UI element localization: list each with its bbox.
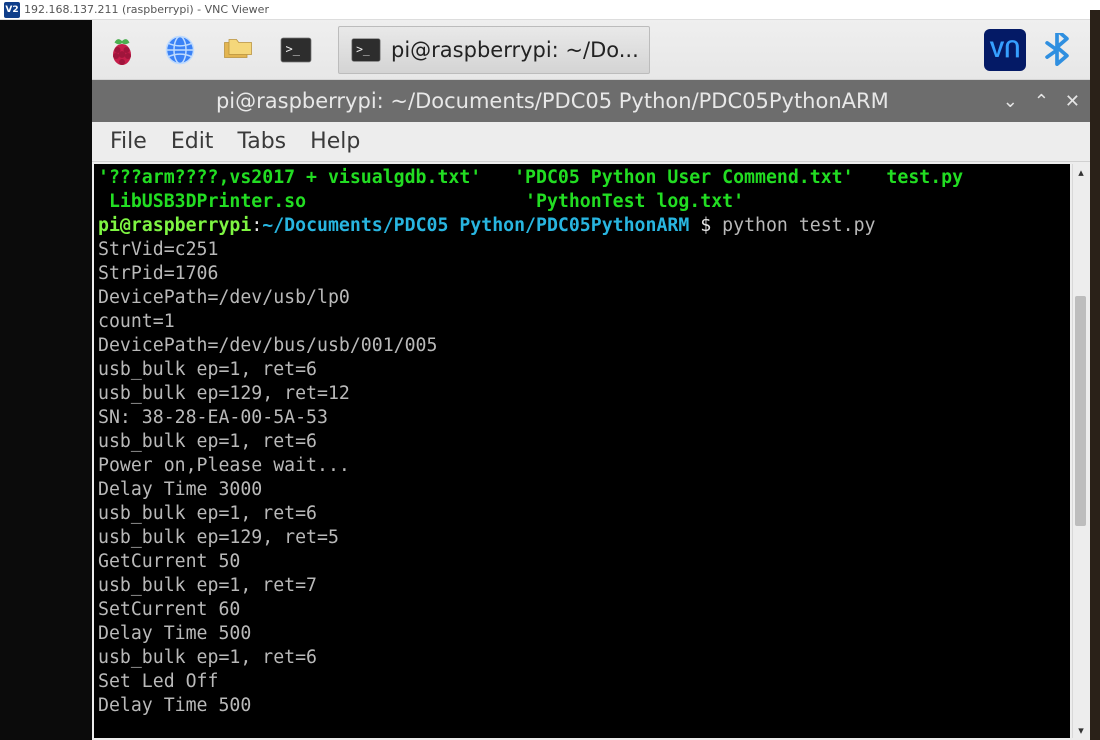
ls-entry: 'PDC05 Python User Commend.txt' bbox=[514, 167, 853, 188]
maximize-button[interactable]: ⌃ bbox=[1034, 91, 1049, 112]
vnc-titlebar[interactable]: V2 192.168.137.211 (raspberrypi) - VNC V… bbox=[0, 0, 1100, 20]
ls-entry: 'PythonTest log.txt' bbox=[525, 191, 744, 212]
prompt-cwd: ~/Documents/PDC05 Python/PDC05PythonARM bbox=[262, 215, 689, 236]
remote-desktop: >_ >_ pi@raspberrypi: ~/Do... Vᑎ bbox=[0, 20, 1100, 740]
vnc-server-tray-icon[interactable]: Vᑎ bbox=[984, 29, 1026, 71]
program-output: StrVid=c251 StrPid=1706 DevicePath=/dev/… bbox=[98, 239, 437, 716]
scroll-thumb[interactable] bbox=[1075, 296, 1086, 526]
terminal-scrollbar[interactable]: ▴ ▾ bbox=[1072, 164, 1088, 738]
terminal-icon: >_ bbox=[278, 32, 314, 68]
folders-icon bbox=[220, 32, 256, 68]
vnc-logo-text: Vᑎ bbox=[990, 37, 1021, 63]
terminal-titlebar[interactable]: pi@raspberrypi: ~/Documents/PDC05 Python… bbox=[92, 80, 1090, 122]
svg-text:>_: >_ bbox=[356, 41, 370, 55]
terminal-window-title: pi@raspberrypi: ~/Documents/PDC05 Python… bbox=[102, 89, 1003, 113]
terminal-icon: >_ bbox=[349, 33, 383, 67]
close-button[interactable]: ✕ bbox=[1065, 91, 1080, 112]
scroll-up-icon[interactable]: ▴ bbox=[1073, 164, 1089, 180]
terminal-output[interactable]: '???arm????,vs2017 + visualgdb.txt' 'PDC… bbox=[94, 164, 1070, 738]
ls-entry: test.py bbox=[886, 167, 963, 188]
lxterminal-window: pi@raspberrypi: ~/Documents/PDC05 Python… bbox=[92, 80, 1090, 740]
lxpanel-taskbar: >_ >_ pi@raspberrypi: ~/Do... Vᑎ bbox=[92, 20, 1090, 80]
bluetooth-icon bbox=[1040, 33, 1074, 67]
prompt-command: python test.py bbox=[722, 215, 875, 236]
svg-text:>_: >_ bbox=[286, 42, 301, 56]
minimize-button[interactable]: ⌄ bbox=[1003, 91, 1018, 112]
remote-wallpaper-edge bbox=[1090, 10, 1100, 740]
file-manager-launcher[interactable] bbox=[214, 27, 262, 73]
terminal-menubar: File Edit Tabs Help bbox=[92, 122, 1090, 162]
bluetooth-tray-icon[interactable] bbox=[1036, 29, 1078, 71]
ls-entry: '???arm????,vs2017 + visualgdb.txt' bbox=[98, 167, 481, 188]
ls-entry: LibUSB3DPrinter.so bbox=[98, 191, 306, 212]
prompt-userhost: pi@raspberrypi bbox=[98, 215, 251, 236]
menu-help[interactable]: Help bbox=[298, 125, 372, 158]
globe-icon bbox=[162, 32, 198, 68]
menu-edit[interactable]: Edit bbox=[159, 125, 226, 158]
menu-file[interactable]: File bbox=[98, 125, 159, 158]
raspberry-menu-button[interactable] bbox=[98, 27, 146, 73]
remote-inner: >_ >_ pi@raspberrypi: ~/Do... Vᑎ bbox=[92, 20, 1090, 740]
terminal-launcher[interactable]: >_ bbox=[272, 27, 320, 73]
menu-tabs[interactable]: Tabs bbox=[225, 125, 298, 158]
task-item-terminal[interactable]: >_ pi@raspberrypi: ~/Do... bbox=[338, 26, 650, 74]
window-controls: ⌄ ⌃ ✕ bbox=[1003, 91, 1080, 112]
raspberry-icon bbox=[104, 32, 140, 68]
terminal-body-wrap: '???arm????,vs2017 + visualgdb.txt' 'PDC… bbox=[92, 162, 1090, 740]
system-tray: Vᑎ bbox=[984, 29, 1084, 71]
task-item-label: pi@raspberrypi: ~/Do... bbox=[391, 38, 639, 62]
vnc-viewer-window: V2 192.168.137.211 (raspberrypi) - VNC V… bbox=[0, 0, 1100, 740]
scroll-down-icon[interactable]: ▾ bbox=[1073, 722, 1089, 738]
vnc-window-title: 192.168.137.211 (raspberrypi) - VNC View… bbox=[24, 3, 269, 16]
web-browser-launcher[interactable] bbox=[156, 27, 204, 73]
vnc-app-icon: V2 bbox=[4, 2, 20, 18]
